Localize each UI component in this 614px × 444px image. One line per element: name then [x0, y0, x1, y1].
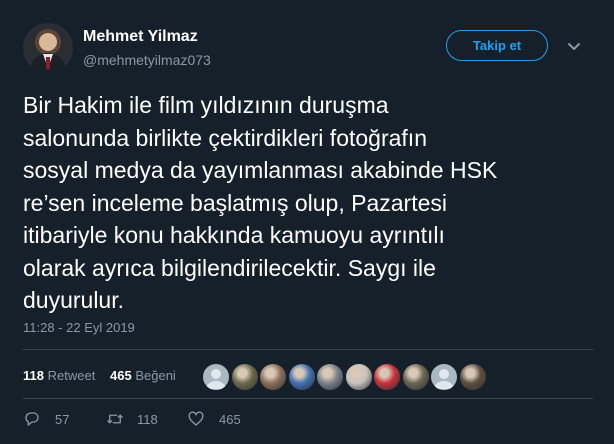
tweet-text-line: olarak ayrıca bilgilendirilecektir. Sayg… [23, 254, 436, 281]
reply-count: 57 [55, 411, 70, 427]
retweet-icon [107, 414, 123, 424]
person-avatar[interactable] [259, 363, 287, 391]
avatar-tie [46, 57, 50, 69]
crowd-avatar[interactable] [316, 363, 344, 391]
like-button[interactable]: 465 [187, 410, 241, 428]
tweet-text-line: Bir Hakim ile film yıldızının duruşma [23, 92, 389, 118]
retweets-label: Retweet [47, 368, 96, 383]
soldiers-avatar[interactable] [401, 363, 430, 391]
follow-button[interactable]: Takip et [446, 30, 548, 61]
likes-label: Beğeni [135, 368, 176, 383]
flower-avatar[interactable] [344, 363, 373, 391]
retweet-count: 118 [137, 411, 158, 427]
tweet-card: Mehmet Yilmaz @mehmetyilmaz073 Takip et … [0, 0, 614, 444]
retweets-count: 118 [23, 368, 44, 383]
military-avatar[interactable] [230, 363, 259, 391]
retweets-stat[interactable]: 118 Retweet [23, 368, 95, 383]
tweet-text-line: itibariyle konu hakkında kamuoyu ayrıntı… [23, 222, 445, 248]
tweet-text: Bir Hakim ile film yıldızının duruşma sa… [23, 89, 593, 317]
user-name[interactable]: Mehmet Yilmaz [83, 28, 198, 46]
heart-icon [188, 411, 204, 426]
divider [23, 349, 593, 350]
reply-icon [25, 412, 39, 426]
tweet-text-line: salonunda birlikte çektirdikleri fotoğra… [23, 124, 427, 151]
flag-avatar[interactable] [373, 363, 401, 391]
tweet-text-line: re’sen inceleme başlatmış olup, Pazartes… [23, 189, 448, 216]
divider [23, 398, 593, 399]
person-avatar[interactable] [458, 363, 487, 391]
stadium-avatar[interactable] [287, 363, 316, 391]
tweet-timestamp[interactable]: 11:28 - 22 Eyl 2019 [23, 320, 135, 335]
retweet-button[interactable]: 118 [105, 410, 158, 428]
default-avatar[interactable] [202, 363, 230, 391]
user-avatar[interactable] [23, 23, 73, 73]
default-avatar[interactable] [430, 363, 458, 391]
tweet-text-line: duyurulur. [23, 287, 125, 313]
likes-stat[interactable]: 465 Beğeni [110, 368, 176, 383]
user-handle[interactable]: @mehmetyilmaz073 [83, 52, 211, 68]
like-count: 465 [219, 411, 241, 427]
chevron-down-icon[interactable] [566, 38, 582, 54]
likes-count: 465 [110, 368, 132, 383]
tweet-text-line: sosyal medya da yayımlanması akabinde HS… [23, 157, 498, 183]
reply-button[interactable]: 57 [23, 410, 69, 428]
